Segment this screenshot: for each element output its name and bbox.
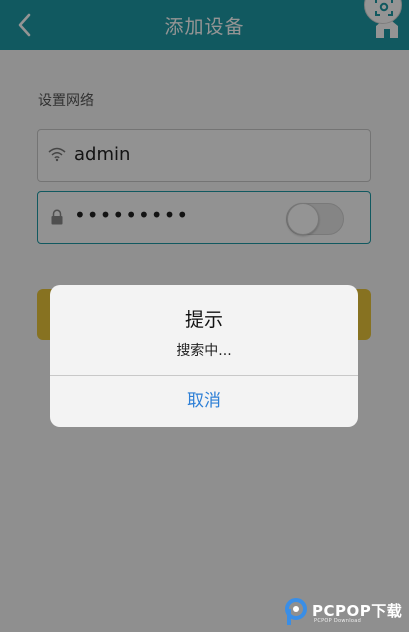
dialog-title: 提示 (184, 309, 223, 331)
searching-dialog: 提示 搜索中... 取消 (50, 285, 358, 427)
add-device-screen: 添加设备 设置网络 admin ••••••••• 提示 搜索中... 取消 P… (0, 0, 409, 632)
dialog-message: 搜索中... (176, 343, 232, 359)
cancel-button[interactable]: 取消 (50, 376, 358, 427)
watermark-tagline: PCPOP Download (314, 618, 362, 624)
pcpop-logo-icon (285, 598, 307, 625)
watermark: PCPOP下载 PCPOP Download (284, 596, 406, 630)
